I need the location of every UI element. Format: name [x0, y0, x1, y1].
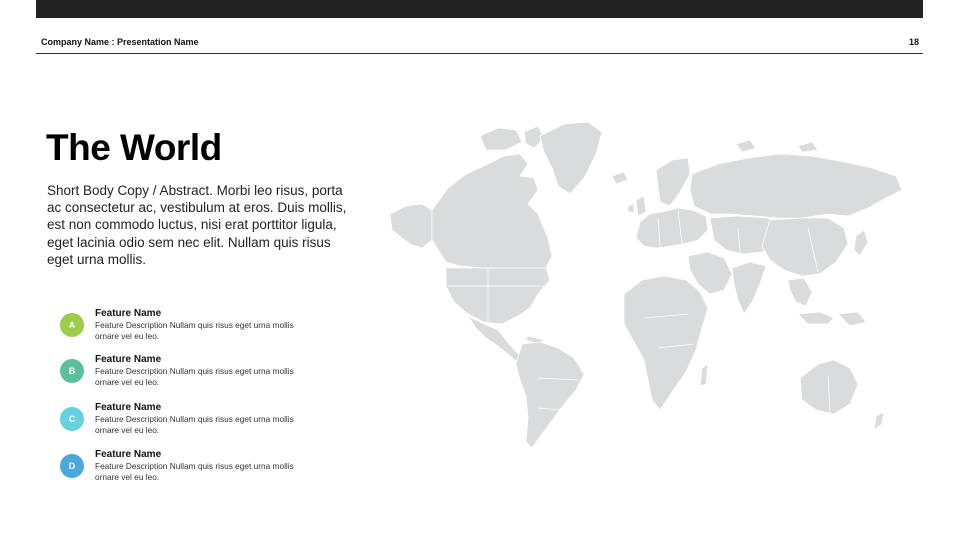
feature-badge-d: D: [60, 454, 84, 478]
map-region-iceland: [611, 171, 629, 185]
slide-header: Company Name : Presentation Name 18: [36, 34, 923, 54]
map-region-southeast-asia: [787, 277, 813, 307]
map-region-canada: [431, 153, 553, 269]
feature-item-b: B Feature Name Feature Description Nulla…: [60, 354, 330, 390]
map-region-new-zealand: [873, 411, 885, 431]
feature-name: Feature Name: [95, 402, 162, 413]
map-region-africa: [623, 275, 709, 411]
map-region-arctic-islands: [479, 127, 523, 151]
feature-item-d: D Feature Name Feature Description Nulla…: [60, 449, 330, 485]
map-region-greenland: [539, 121, 603, 195]
feature-description: Feature Description Nullam quis risus eg…: [95, 461, 294, 482]
map-region-europe: [635, 207, 709, 249]
feature-name: Feature Name: [95, 308, 162, 319]
feature-item-c: C Feature Name Feature Description Nulla…: [60, 402, 330, 438]
slide-title: The World: [46, 127, 222, 168]
map-region-russia: [689, 153, 903, 219]
feature-name: Feature Name: [95, 354, 162, 365]
map-region-madagascar: [699, 363, 709, 387]
map-region-scandinavia: [655, 157, 691, 207]
map-region-china: [761, 217, 849, 277]
body-copy: Short Body Copy / Abstract. Morbi leo ri…: [47, 183, 347, 267]
feature-description: Feature Description Nullam quis risus eg…: [95, 366, 294, 387]
map-region-india: [731, 261, 767, 315]
feature-description: Feature Description Nullam quis risus eg…: [95, 320, 294, 341]
map-region-south-america: [515, 341, 585, 449]
page-number: 18: [908, 37, 919, 47]
map-region-japan: [853, 229, 869, 257]
feature-item-a: A Feature Name Feature Description Nulla…: [60, 308, 330, 344]
feature-badge-c: C: [60, 407, 84, 431]
map-region-uk: [635, 195, 647, 217]
feature-description: Feature Description Nullam quis risus eg…: [95, 414, 294, 435]
feature-name: Feature Name: [95, 449, 162, 460]
feature-badge-a: A: [60, 313, 84, 337]
map-region-usa: [445, 267, 551, 325]
world-map-icon: [389, 121, 903, 449]
map-region-alaska: [389, 203, 433, 249]
top-bar: [36, 0, 923, 18]
company-presentation-name: Company Name : Presentation Name: [41, 37, 199, 47]
feature-badge-b: B: [60, 359, 84, 383]
map-region-indonesia: [797, 311, 835, 325]
